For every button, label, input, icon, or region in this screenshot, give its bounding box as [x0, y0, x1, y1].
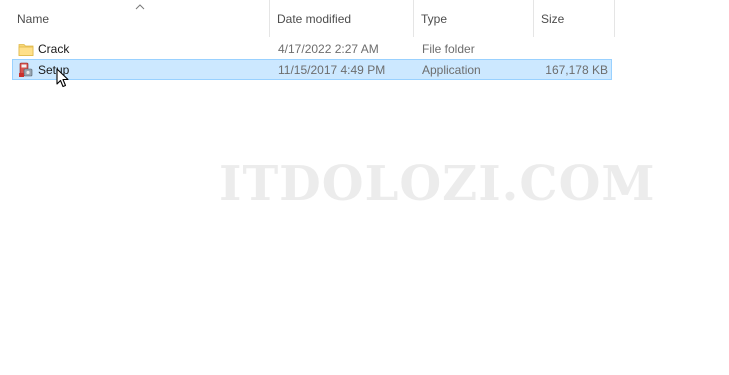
file-list: Crack 4/17/2022 2:27 AM File folder Setu…	[12, 38, 612, 80]
file-type: Application	[422, 62, 481, 77]
setup-application-icon	[19, 62, 33, 77]
column-header-type-label: Type	[421, 12, 448, 26]
column-header-size-label: Size	[541, 12, 565, 26]
file-date-modified: 11/15/2017 4:49 PM	[278, 62, 386, 77]
sort-ascending-icon	[135, 4, 145, 10]
mouse-pointer-icon	[56, 68, 69, 88]
file-date-modified: 4/17/2022 2:27 AM	[278, 41, 379, 56]
column-header-bar: Name Date modified Type Size	[10, 0, 615, 37]
file-explorer-details-view: Name Date modified Type Size Crack 4/17/…	[0, 0, 729, 375]
file-size: 167,178 KB	[545, 62, 608, 77]
column-header-name-label: Name	[17, 12, 50, 26]
column-header-date-modified[interactable]: Date modified	[270, 0, 414, 37]
file-name: Crack	[38, 41, 70, 56]
file-row-setup[interactable]: Setup 11/15/2017 4:49 PM Application 167…	[12, 59, 612, 80]
file-row-crack[interactable]: Crack 4/17/2022 2:27 AM File folder	[12, 38, 612, 59]
file-name-cell: Setup	[13, 62, 271, 78]
column-header-size[interactable]: Size	[534, 0, 615, 37]
watermark-text: ITDOLOZI.COM	[219, 156, 656, 212]
folder-icon	[18, 43, 34, 56]
column-header-name[interactable]: Name	[10, 0, 270, 37]
column-header-type[interactable]: Type	[414, 0, 534, 37]
file-name-cell: Crack	[13, 41, 271, 57]
column-header-date-label: Date modified	[277, 12, 352, 26]
file-type: File folder	[422, 41, 475, 56]
